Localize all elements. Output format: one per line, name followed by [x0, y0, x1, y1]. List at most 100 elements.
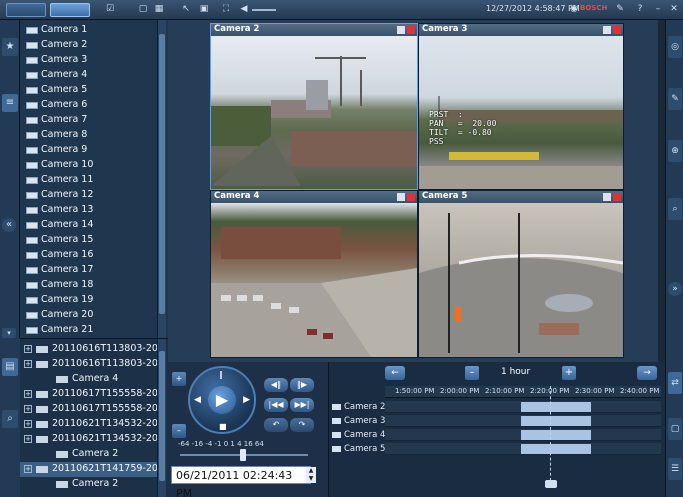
skip-end-button[interactable]: ▶▶|: [290, 398, 314, 412]
volume-slider[interactable]: [252, 9, 276, 11]
export-icon[interactable]: ⇄: [668, 372, 682, 394]
zoom-in-button[interactable]: +: [562, 366, 576, 380]
scroll-thumb[interactable]: [159, 351, 165, 481]
tile-options-icon[interactable]: [603, 193, 611, 201]
search-icon[interactable]: ⌕: [668, 198, 682, 220]
tile-close-icon[interactable]: [407, 193, 415, 201]
recording-folder-item[interactable]: +20110621T134532-20: [20, 417, 158, 432]
recording-folder-item[interactable]: +20110621T134532-20: [20, 432, 158, 447]
alarm-icon[interactable]: ◉: [568, 3, 580, 15]
checkbox-icon[interactable]: ☑: [104, 3, 116, 15]
stop-icon[interactable]: ■: [219, 422, 227, 431]
jog-shuttle[interactable]: ▶ ◀ ▶ ‖ ■: [188, 366, 256, 434]
undo-button[interactable]: ↶: [264, 418, 288, 432]
settings-icon[interactable]: ☰: [668, 458, 682, 480]
pointer-icon[interactable]: ↖: [180, 3, 192, 15]
expand-icon[interactable]: +: [24, 420, 32, 428]
camera-list-item[interactable]: Camera 21: [20, 323, 168, 338]
search-recordings-icon[interactable]: ⌕: [2, 410, 18, 428]
tile-options-icon[interactable]: [603, 26, 611, 34]
recording-camera-item[interactable]: Camera 2: [20, 447, 158, 462]
recording-folder-item[interactable]: +20110617T155558-20: [20, 387, 158, 402]
recording-folder-item[interactable]: +20110616T113803-20: [20, 357, 158, 372]
step-back-icon[interactable]: ◀: [194, 395, 201, 405]
bookmark-icon[interactable]: ▢: [668, 418, 682, 440]
recording-camera-item[interactable]: Camera 4: [20, 372, 158, 387]
recording-folder-item[interactable]: +20110621T141759-20: [20, 462, 158, 477]
camera-list-item[interactable]: Camera 13: [20, 203, 168, 218]
quad-view-icon[interactable]: ▦: [153, 3, 165, 15]
timeline-track[interactable]: [385, 401, 661, 413]
timeline-track[interactable]: [385, 415, 661, 427]
timeline-forward-button[interactable]: →: [637, 366, 657, 380]
ptz-icon[interactable]: ◎: [668, 36, 682, 58]
camera-view[interactable]: PRST : PAN = 20.00 TILT = -0.80 PSS: [419, 36, 623, 189]
next-frame-button[interactable]: ‖▶: [290, 378, 314, 392]
zoom-out-button[interactable]: –: [465, 366, 479, 380]
camera-view[interactable]: [419, 203, 623, 357]
favorites-icon[interactable]: ★: [2, 38, 18, 56]
recording-segment[interactable]: [521, 430, 591, 440]
zoom-in-icon[interactable]: ⊕: [668, 140, 682, 162]
datetime-spinner[interactable]: ▲ ▼: [306, 467, 316, 483]
skip-start-button[interactable]: |◀◀: [264, 398, 288, 412]
recording-folder-item[interactable]: +20110617T155558-20: [20, 402, 158, 417]
camera-list-item[interactable]: Camera 9: [20, 143, 168, 158]
video-tile[interactable]: Camera 4: [210, 190, 418, 358]
redo-button[interactable]: ↷: [290, 418, 314, 432]
camera-list-scrollbar[interactable]: [157, 20, 166, 338]
camera-list-item[interactable]: Camera 1: [20, 23, 168, 38]
camera-list-item[interactable]: Camera 15: [20, 233, 168, 248]
camera-list-item[interactable]: Camera 18: [20, 278, 168, 293]
camera-view[interactable]: [211, 36, 417, 189]
camera-list-item[interactable]: Camera 2: [20, 38, 168, 53]
tile-close-icon[interactable]: [407, 26, 415, 34]
timeline-icon[interactable]: ▤: [2, 358, 18, 376]
live-mode-button[interactable]: [6, 3, 46, 17]
collapse-right-icon[interactable]: »: [668, 282, 682, 296]
collapse-down-icon[interactable]: ▾: [2, 328, 16, 338]
play-button[interactable]: ▶: [208, 386, 236, 414]
video-tile[interactable]: Camera 5: [418, 190, 624, 358]
cursor-handle[interactable]: [545, 480, 557, 488]
close-icon[interactable]: ✕: [668, 3, 680, 15]
expand-icon[interactable]: +: [24, 390, 32, 398]
recordings-scrollbar[interactable]: [157, 339, 166, 497]
recording-camera-item[interactable]: Camera 2: [20, 477, 158, 492]
help-icon[interactable]: ?: [634, 3, 646, 15]
tile-options-icon[interactable]: [397, 193, 405, 201]
tile-options-icon[interactable]: [397, 26, 405, 34]
expand-icon[interactable]: +: [24, 465, 32, 473]
timeline-cursor[interactable]: [550, 386, 551, 486]
camera-list-item[interactable]: Camera 3: [20, 53, 168, 68]
camera-list-item[interactable]: Camera 11: [20, 173, 168, 188]
scroll-thumb[interactable]: [159, 34, 165, 314]
expand-icon[interactable]: +: [24, 435, 32, 443]
prev-frame-button[interactable]: ◀‖: [264, 378, 288, 392]
recording-segment[interactable]: [521, 444, 591, 454]
video-tile[interactable]: Camera 2: [210, 23, 418, 190]
expand-icon[interactable]: +: [24, 345, 32, 353]
expand-icon[interactable]: +: [24, 405, 32, 413]
camera-list-item[interactable]: Camera 19: [20, 293, 168, 308]
recording-segment[interactable]: [521, 416, 591, 426]
single-view-icon[interactable]: ▢: [137, 3, 149, 15]
timeline-back-button[interactable]: ←: [385, 366, 405, 380]
timeline-track[interactable]: [385, 429, 661, 441]
speed-slider-handle[interactable]: [240, 449, 246, 461]
zoom-minus-button[interactable]: –: [172, 424, 186, 438]
playback-datetime-field[interactable]: 06/21/2011 02:24:43 PM: [171, 466, 311, 497]
playback-mode-button[interactable]: [50, 3, 90, 17]
video-tile[interactable]: Camera 3 PRST : PAN = 20.00 TILT = -0.80…: [418, 23, 624, 190]
camera-list-item[interactable]: Camera 6: [20, 98, 168, 113]
timeline-track[interactable]: [385, 443, 661, 455]
fullscreen-icon[interactable]: ⛶: [220, 3, 232, 15]
camera-list-item[interactable]: Camera 7: [20, 113, 168, 128]
tools-icon[interactable]: ✎: [668, 88, 682, 110]
collapse-panel-icon[interactable]: «: [2, 218, 16, 232]
image-icon[interactable]: ▣: [198, 3, 210, 15]
logical-tree-icon[interactable]: ≡: [2, 94, 18, 112]
tile-close-icon[interactable]: [613, 26, 621, 34]
recording-segment[interactable]: [521, 402, 591, 412]
minimize-icon[interactable]: –: [652, 3, 664, 15]
